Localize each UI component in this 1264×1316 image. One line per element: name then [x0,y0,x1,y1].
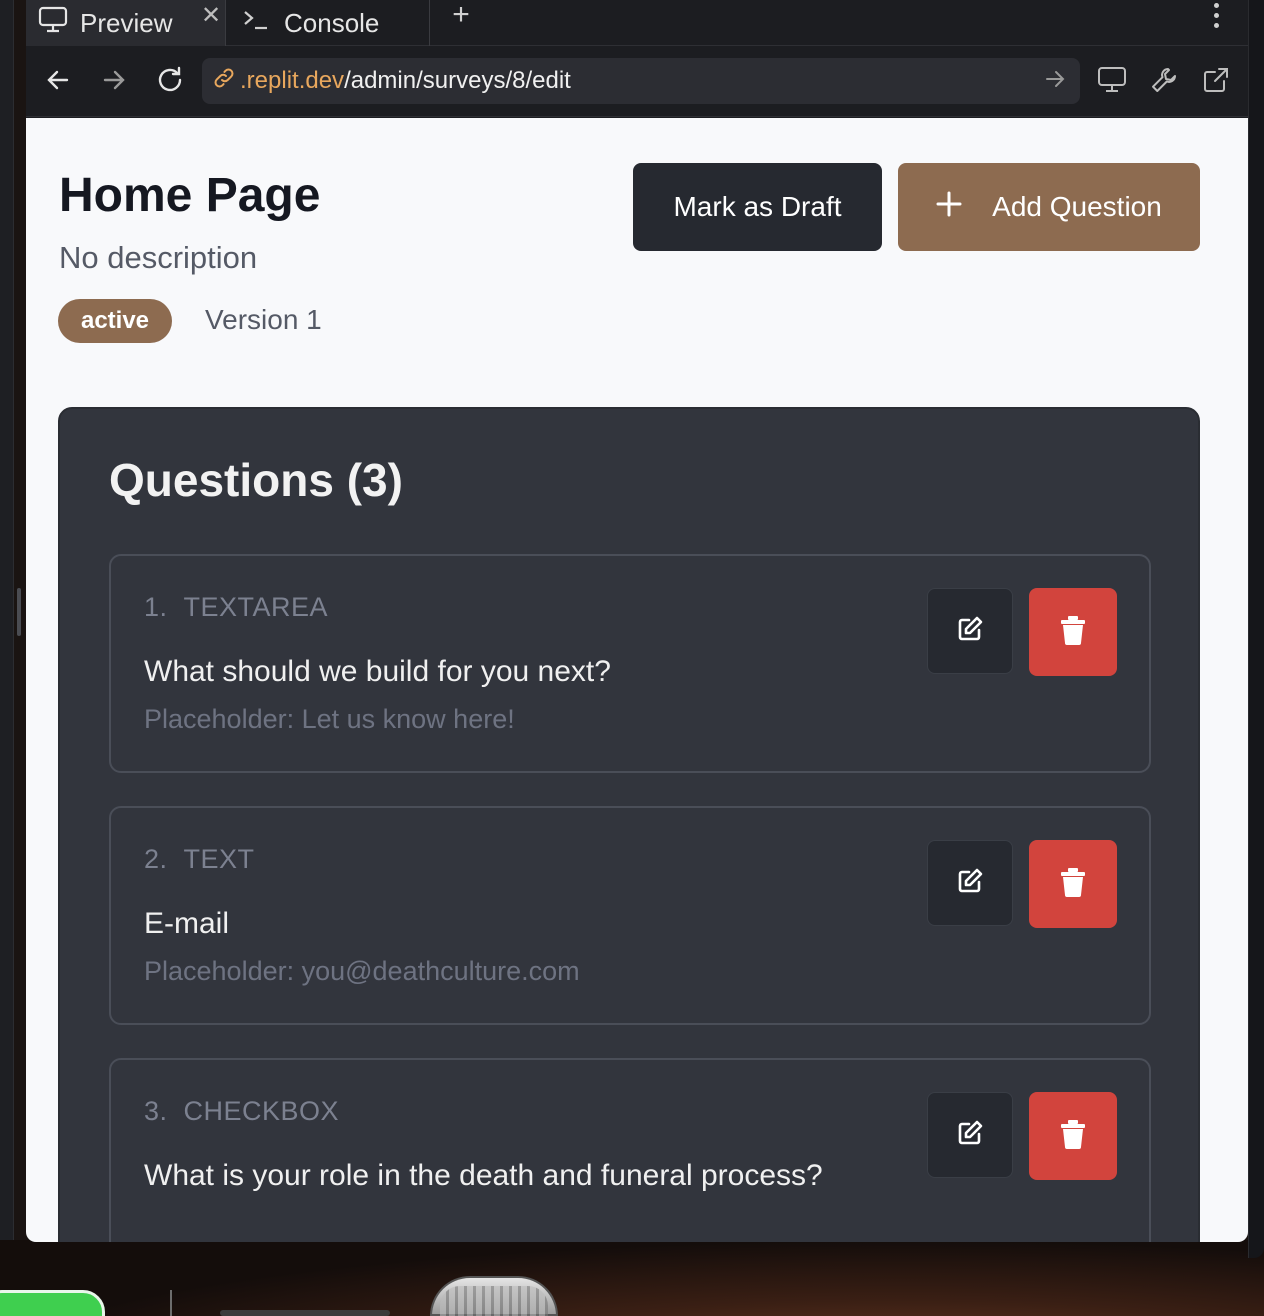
question-meta: 1. TEXTAREA [144,592,328,623]
questions-panel: Questions (3) 1. TEXTAREA What should we … [58,407,1200,1242]
add-question-button[interactable]: Add Question [898,163,1200,251]
trash-icon [1060,867,1086,902]
background-window-edge-right [1248,0,1264,1258]
question-text: What should we build for you next? [144,655,611,688]
tab-preview[interactable]: Preview ✕ [26,0,226,46]
mark-as-draft-button[interactable]: Mark as Draft [633,163,882,251]
monitor-icon [38,6,68,41]
status-badge: active [58,299,172,343]
delete-question-button[interactable] [1029,588,1117,676]
question-number: 2. [144,844,168,874]
plus-icon [936,191,962,224]
page-content: Home Page No description active Version … [26,118,1248,1242]
question-text: What is your role in the death and funer… [144,1159,823,1192]
delete-question-button[interactable] [1029,840,1117,928]
background-window-edge [0,0,14,1240]
wrench-icon[interactable] [1144,60,1184,100]
navigation-bar: .replit.dev /admin/surveys/8/edit [26,47,1248,117]
question-type: TEXT [183,844,255,874]
question-number: 3. [144,1096,168,1126]
question-meta: 3. CHECKBOX [144,1096,339,1127]
tab-bar: Preview ✕ Console + [26,0,1248,46]
go-arrow-icon[interactable] [1044,68,1066,97]
edit-question-button[interactable] [927,588,1013,674]
url-bar[interactable]: .replit.dev /admin/surveys/8/edit [202,58,1080,104]
trash-contents [440,1286,548,1316]
close-icon[interactable]: ✕ [196,0,226,30]
delete-question-button[interactable] [1029,1092,1117,1180]
device-preview-icon[interactable] [1092,60,1132,100]
question-placeholder: Placeholder: you@deathculture.com [144,956,580,986]
terminal-icon [242,8,270,39]
mark-as-draft-label: Mark as Draft [673,191,842,222]
back-arrow-icon[interactable] [38,60,78,100]
question-number: 1. [144,592,168,622]
page-title: Home Page [59,169,321,222]
survey-description: No description [59,240,258,275]
version-label: Version 1 [205,304,322,335]
reload-icon[interactable] [150,60,190,100]
questions-heading: Questions (3) [109,454,403,506]
trash-icon [1060,615,1086,650]
dock-app-icon[interactable] [0,1290,105,1316]
desktop-background [0,1240,1264,1316]
question-card: 1. TEXTAREA What should we build for you … [109,554,1151,773]
add-question-label: Add Question [992,191,1162,222]
resize-handle[interactable] [17,588,21,636]
dock-item [220,1310,390,1316]
open-external-icon[interactable] [1196,60,1236,100]
trash-icon [1060,1119,1086,1154]
edit-icon [955,1118,985,1153]
new-tab-icon[interactable]: + [446,0,476,31]
url-domain: .replit.dev [240,67,345,94]
edit-question-button[interactable] [927,840,1013,926]
url-path: /admin/surveys/8/edit [344,67,571,94]
tab-label: Console [284,7,380,38]
question-type: TEXTAREA [183,592,329,622]
question-text: E-mail [144,907,230,940]
more-options-icon[interactable] [1206,0,1226,30]
edit-icon [955,614,985,649]
browser-window: Preview ✕ Console + .replit.dev /admin/s… [26,0,1248,1242]
question-type: CHECKBOX [183,1096,340,1126]
tab-console[interactable]: Console [228,0,430,46]
edit-question-button[interactable] [927,1092,1013,1178]
tab-label: Preview [80,7,173,38]
link-icon [212,66,236,97]
question-card: 3. CHECKBOX What is your role in the deat… [109,1058,1151,1242]
edit-icon [955,866,985,901]
dock-separator [170,1290,172,1316]
forward-arrow-icon[interactable] [94,60,134,100]
question-placeholder: Placeholder: Let us know here! [144,704,515,734]
question-card: 2. TEXT E-mail Placeholder: you@deathcult… [109,806,1151,1025]
question-meta: 2. TEXT [144,844,255,875]
